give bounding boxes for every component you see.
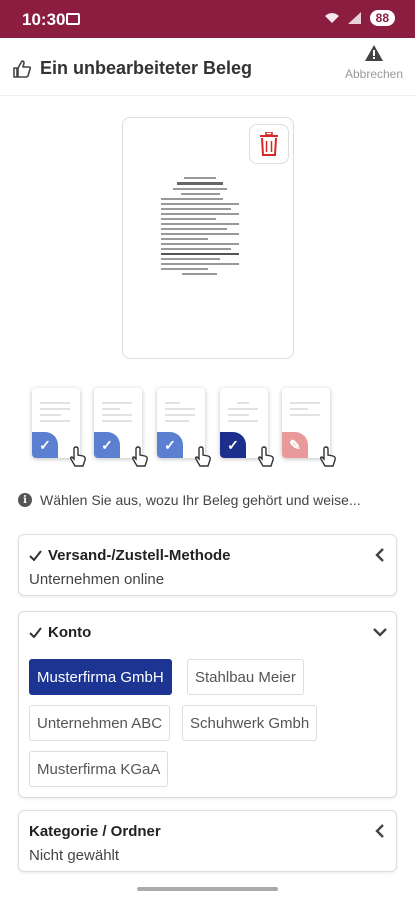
cancel-label: Abbrechen xyxy=(344,67,404,81)
receipt-image xyxy=(161,174,239,314)
account-option-unternehmen-abc[interactable]: Unternehmen ABC xyxy=(29,705,171,741)
account-option-musterfirma-kgaa[interactable]: Musterfirma KGaA xyxy=(29,751,169,787)
status-bar: 10:30 88 xyxy=(0,0,415,38)
tap-hand-icon xyxy=(131,446,148,467)
account-option-stahlbau-meier[interactable]: Stahlbau Meier xyxy=(187,659,304,695)
receipt-preview[interactable] xyxy=(122,117,294,359)
info-message: i Wählen Sie aus, wozu Ihr Beleg gehört … xyxy=(18,492,361,508)
trash-icon xyxy=(260,132,278,156)
screenshot-icon xyxy=(66,13,80,25)
thumbnail-1[interactable]: ✓ xyxy=(32,388,86,467)
battery-indicator: 88 xyxy=(369,10,395,26)
chevron-left-icon[interactable] xyxy=(372,547,388,563)
section-value: Nicht gewählt xyxy=(29,847,120,864)
section-title: Versand-/Zustell-Methode xyxy=(48,547,231,564)
tap-hand-icon xyxy=(319,446,336,467)
wifi-icon xyxy=(324,13,339,23)
chevron-down-icon[interactable] xyxy=(372,624,388,640)
check-icon xyxy=(29,627,42,638)
section-kategorie[interactable]: Kategorie / Ordner Nicht gewählt xyxy=(18,810,397,872)
check-icon xyxy=(29,550,42,561)
check-icon: ✓ xyxy=(157,432,183,458)
section-title: Konto xyxy=(48,624,92,641)
cancel-button[interactable]: Abbrechen xyxy=(343,44,405,81)
pencil-icon: ✎ xyxy=(282,432,308,458)
section-versand[interactable]: Versand-/Zustell-Methode Unternehmen onl… xyxy=(18,534,397,596)
status-time: 10:30 xyxy=(22,10,66,29)
thumbnail-3[interactable]: ✓ xyxy=(157,388,211,467)
section-value: Unternehmen online xyxy=(29,571,165,588)
check-icon: ✓ xyxy=(220,432,246,458)
tap-hand-icon xyxy=(257,446,274,467)
account-option-schuhwerk-gmbh[interactable]: Schuhwerk Gmbh xyxy=(182,705,318,741)
check-icon: ✓ xyxy=(32,432,58,458)
info-icon: i xyxy=(18,493,32,507)
delete-button[interactable] xyxy=(249,124,289,164)
thumbnail-5[interactable]: ✎ xyxy=(282,388,336,467)
thumbs-up-icon xyxy=(13,59,32,78)
warning-icon xyxy=(343,44,405,67)
check-icon: ✓ xyxy=(94,432,120,458)
chevron-left-icon[interactable] xyxy=(372,823,388,839)
tap-hand-icon xyxy=(194,446,211,467)
tap-hand-icon xyxy=(69,446,86,467)
app-header: Ein unbearbeiteter Beleg Abbrechen xyxy=(0,38,415,96)
home-indicator[interactable] xyxy=(137,887,278,891)
page-title: Ein unbearbeiteter Beleg xyxy=(40,58,253,78)
section-konto: Konto Musterfirma GmbH Stahlbau Meier Un… xyxy=(18,611,397,798)
account-option-musterfirma-gmbh[interactable]: Musterfirma GmbH xyxy=(29,659,172,695)
section-title: Kategorie / Ordner xyxy=(29,823,161,840)
page-title-group: Ein unbearbeiteter Beleg xyxy=(12,58,252,79)
thumbnail-4[interactable]: ✓ xyxy=(220,388,274,467)
thumbnail-2[interactable]: ✓ xyxy=(94,388,148,467)
thumbnail-strip: ✓ ✓ ✓ ✓ ✎ xyxy=(32,388,352,468)
signal-icon xyxy=(347,12,361,24)
info-text: Wählen Sie aus, wozu Ihr Beleg gehört un… xyxy=(40,492,361,508)
